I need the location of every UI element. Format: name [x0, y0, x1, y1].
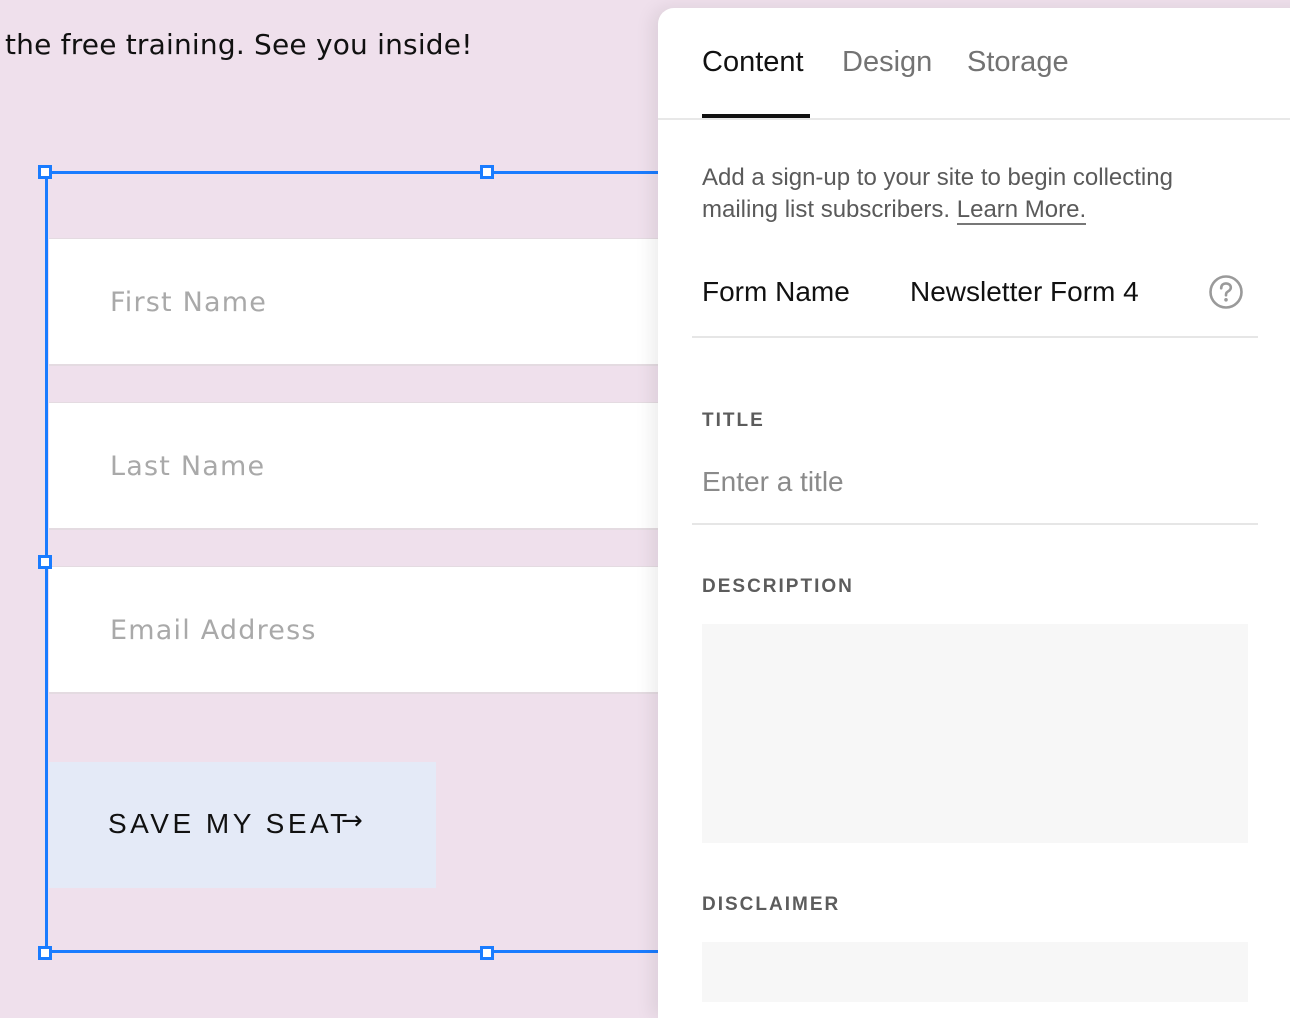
disclaimer-label: DISCLAIMER: [702, 894, 841, 915]
tab-design[interactable]: Design: [842, 46, 932, 79]
resize-handle-bottom[interactable]: [480, 946, 494, 960]
title-label: TITLE: [702, 410, 765, 431]
description-label: DESCRIPTION: [702, 576, 854, 597]
tab-content[interactable]: Content: [702, 46, 804, 79]
disclaimer-textarea[interactable]: [702, 942, 1248, 1002]
resize-handle-bottom-left[interactable]: [38, 946, 52, 960]
divider: [692, 523, 1258, 525]
active-tab-indicator: [702, 114, 810, 118]
help-icon[interactable]: [1208, 274, 1244, 310]
form-name-input[interactable]: [910, 272, 1190, 312]
resize-handle-top[interactable]: [480, 165, 494, 179]
tab-storage[interactable]: Storage: [967, 46, 1069, 79]
resize-handle-left[interactable]: [38, 555, 52, 569]
block-settings-panel: Content Design Storage Add a sign-up to …: [658, 8, 1290, 1018]
panel-intro-text: Add a sign-up to your site to begin coll…: [702, 164, 1173, 223]
resize-handle-top-left[interactable]: [38, 165, 52, 179]
form-name-label: Form Name: [702, 276, 850, 307]
learn-more-link[interactable]: Learn More.: [956, 196, 1087, 225]
block-selection-outline: [45, 171, 705, 953]
title-input[interactable]: [702, 462, 1242, 502]
divider: [692, 336, 1258, 338]
description-textarea[interactable]: [702, 624, 1248, 843]
intro-text: the free training. See you inside!: [5, 28, 473, 61]
panel-tabs: Content Design Storage: [658, 8, 1290, 120]
panel-intro: Add a sign-up to your site to begin coll…: [702, 162, 1242, 226]
